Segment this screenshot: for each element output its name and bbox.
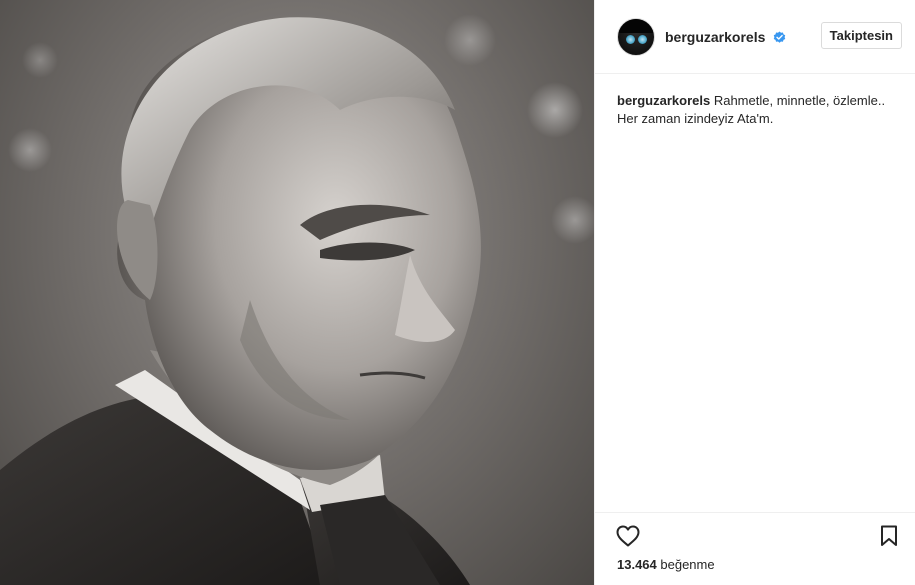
caption-text-line2: Her zaman izindeyiz Ata'm. [617,111,774,126]
verified-badge-icon [774,30,786,43]
avatar-hair [618,18,654,33]
post-photo[interactable] [0,0,594,585]
likes-summary[interactable]: 13.464 beğenme [617,557,715,572]
like-button[interactable] [615,523,641,549]
save-button[interactable] [876,523,902,549]
avatar-eye-right [638,34,647,44]
avatar-eye-left [626,34,635,44]
post-sidebar: berguzarkorels Takiptesin berguzarkorels… [594,0,915,585]
likes-label: beğenme [660,557,715,572]
heart-icon [616,525,640,547]
caption-username[interactable]: berguzarkorels [617,93,710,108]
post-actions: 13.464 beğenme [595,512,915,585]
likes-count: 13.464 [617,557,657,572]
username-link[interactable]: berguzarkorels [665,29,786,45]
post-header: berguzarkorels Takiptesin [595,0,915,74]
portrait-photo [0,17,481,585]
bookmark-icon [881,525,897,546]
username-text[interactable]: berguzarkorels [665,29,765,45]
post-caption: berguzarkorels Rahmetle, minnetle, özlem… [617,92,897,128]
caption-text-line1: Rahmetle, minnetle, özlemle.. [713,93,886,108]
instagram-post: berguzarkorels Takiptesin berguzarkorels… [0,0,915,585]
avatar[interactable] [617,17,655,56]
following-button[interactable]: Takiptesin [820,22,902,49]
